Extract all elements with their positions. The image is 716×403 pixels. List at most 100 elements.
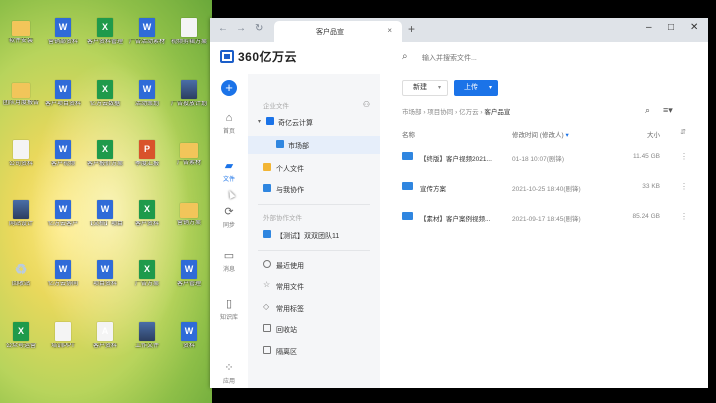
folder-search-icon[interactable]: ⌕ bbox=[645, 105, 650, 116]
breadcrumb-item[interactable]: 亿万云 bbox=[459, 109, 479, 116]
desktop-icon[interactable]: 公司资料 bbox=[1, 140, 41, 168]
tab-title: 客户品宣 bbox=[316, 29, 344, 36]
desktop-icon[interactable]: W 活动策划 bbox=[127, 80, 167, 108]
desktop-icon[interactable]: X 公众号运营 bbox=[1, 322, 41, 350]
breadcrumb-current: 客户品宣 bbox=[484, 109, 511, 116]
column-modified[interactable]: 修改时间 (修改人) ▾ bbox=[512, 129, 569, 139]
desktop-icon-label: 视频剪辑方案 bbox=[170, 39, 207, 45]
file-name[interactable]: 宣传方案 bbox=[420, 183, 446, 193]
desktop-icon[interactable]: W 项目资料 bbox=[85, 260, 125, 288]
desktop-icon[interactable]: W 亿万云客户 bbox=[43, 200, 83, 228]
breadcrumb-item[interactable]: 项目协同 bbox=[427, 109, 453, 116]
desktop-icon[interactable]: 培训PPT bbox=[43, 322, 83, 350]
nav-item-common[interactable]: ☆ 常用文件 bbox=[248, 277, 380, 295]
reload-icon[interactable]: ↻ bbox=[255, 24, 263, 34]
nav-item-shared[interactable]: 与我协作 bbox=[248, 180, 380, 198]
rail-item-1[interactable]: ▰ 文件 bbox=[210, 160, 248, 183]
table-row[interactable]: 【素材】客户案例视频... 2021-09-17 18:45(剧锋) 85.24 G… bbox=[402, 209, 688, 225]
nav-item-recent[interactable]: 最近使用 bbox=[248, 256, 380, 274]
minimize-icon[interactable]: – bbox=[646, 22, 652, 33]
desktop-icon[interactable]: 广告投放计划 bbox=[169, 80, 209, 108]
file-name[interactable]: 【终版】客户视频2021... bbox=[420, 153, 492, 163]
back-icon[interactable]: ← bbox=[218, 24, 228, 34]
nav-item-tags[interactable]: ◇ 常用标签 bbox=[248, 299, 380, 317]
rail-item-4[interactable]: ▯ 知识库 bbox=[210, 298, 248, 321]
desktop-icon[interactable]: X 亿万云数据 bbox=[85, 80, 125, 108]
close-tab-icon[interactable]: × bbox=[387, 26, 392, 35]
more-options-icon[interactable]: ⋮ bbox=[680, 212, 688, 221]
nav-label: 常用文件 bbox=[276, 284, 304, 291]
nav-item-recycle[interactable]: 回收站 bbox=[248, 320, 380, 338]
desktop-icon[interactable]: 软件安装 bbox=[1, 18, 41, 45]
desktop-icon[interactable]: ♻ 回收站 bbox=[1, 260, 41, 288]
rail-item-3[interactable]: ▭ 消息 bbox=[210, 250, 248, 273]
screen: 软件安装 W 营销部资料 X 客户资料管理 W 广告活动素材 视频剪辑方案团队月度报告 W 客户项… bbox=[0, 0, 716, 403]
desktop-icon-label: 广告方案 bbox=[134, 281, 159, 287]
nav-item-personal[interactable]: 个人文件 bbox=[248, 159, 380, 177]
ppt-file-icon: P bbox=[139, 140, 155, 159]
table-row[interactable]: 【终版】客户视频2021... 01-18 10:07(剧锋) 11.45 GB ⋮ bbox=[402, 149, 688, 165]
desktop-icon-label: 营销方案 bbox=[176, 220, 201, 226]
desktop-icon[interactable]: 工作文件 bbox=[127, 322, 167, 350]
nav-label: 【测试】双双团队11 bbox=[276, 233, 340, 240]
desktop-icon[interactable]: X 客户资料 bbox=[127, 200, 167, 228]
nav-item-quarantine[interactable]: 隔离区 bbox=[248, 342, 380, 360]
breadcrumb-item[interactable]: 市场部 bbox=[402, 109, 422, 116]
desktop-icon-label: 营销部资料 bbox=[47, 39, 78, 45]
desktop-icon[interactable]: W 客户管理 bbox=[169, 260, 209, 288]
desktop-icon[interactable]: W 亿万云协同 bbox=[43, 260, 83, 288]
browser-tab[interactable]: 客户品宣 × bbox=[274, 21, 402, 42]
desktop-icon[interactable]: P 季度汇报 bbox=[127, 140, 167, 168]
rail-item-0[interactable]: ⌂ 首页 bbox=[210, 112, 248, 135]
desktop-icon[interactable]: W 营销部资料 bbox=[43, 18, 83, 46]
desktop-icon[interactable]: X 客户报价方案 bbox=[85, 140, 125, 168]
desktop-icon[interactable]: 视频剪辑方案 bbox=[169, 18, 209, 46]
divider bbox=[258, 204, 370, 205]
desktop-icon[interactable]: X 客户资料管理 bbox=[85, 18, 125, 46]
new-tab-button[interactable]: + bbox=[408, 22, 415, 36]
desktop-icon[interactable]: X 广告方案 bbox=[127, 260, 167, 288]
desktop-icon-label: 回收站 bbox=[11, 281, 30, 287]
add-button[interactable]: + bbox=[221, 80, 237, 96]
desktop-icon[interactable]: 团队月度报告 bbox=[1, 80, 41, 107]
maximize-icon[interactable]: □ bbox=[668, 22, 674, 33]
nav-item-market[interactable]: 市场部 bbox=[248, 136, 380, 154]
desktop-icon[interactable]: W 客户视频 bbox=[43, 140, 83, 168]
new-button[interactable]: 新建 ▾ bbox=[402, 80, 448, 96]
desktop-icon-label: 项目资料 bbox=[92, 281, 117, 287]
desktop-icon[interactable]: W 客户项目资料 bbox=[43, 80, 83, 108]
desktop-icon[interactable]: A 客户资料 bbox=[85, 322, 125, 350]
folder-file-icon bbox=[180, 203, 198, 218]
column-name[interactable]: 名称 bbox=[402, 129, 415, 139]
desktop-icon[interactable]: W 资料 bbox=[169, 322, 209, 350]
file-name[interactable]: 【素材】客户案例视频... bbox=[420, 213, 490, 223]
rail-item-2[interactable]: ⟳ 同步 bbox=[210, 206, 248, 229]
collaboration-icon bbox=[263, 184, 271, 192]
desktop-icon[interactable]: 网站设计 bbox=[1, 200, 41, 228]
close-window-icon[interactable]: ✕ bbox=[690, 22, 698, 33]
desktop-icon-label: 亿万云客户 bbox=[47, 221, 78, 227]
more-options-icon[interactable]: ⋮ bbox=[680, 182, 688, 191]
nav-label: 最近使用 bbox=[276, 263, 304, 270]
upload-button[interactable]: 上传 ▾ bbox=[454, 80, 498, 96]
desktop-icon[interactable]: W 【文档】项目 bbox=[85, 200, 125, 228]
file-modified: 2021-09-17 18:45(剧锋) bbox=[512, 216, 581, 223]
nav-item-external[interactable]: 【测试】双双团队11 bbox=[248, 226, 380, 244]
view-mode-icon[interactable]: ≡▾ bbox=[663, 105, 673, 116]
desktop-icon[interactable]: 广告素材 bbox=[169, 140, 209, 167]
table-row[interactable]: 宣传方案 2021-10-25 18:40(剧锋) 33 KB ⋮ bbox=[402, 179, 688, 195]
column-size[interactable]: 大小 bbox=[647, 129, 660, 139]
rail-item-label: 知识库 bbox=[219, 315, 238, 321]
search-icon[interactable]: ⌕ bbox=[402, 51, 408, 62]
book-icon: ▯ bbox=[225, 298, 233, 310]
desktop-icon[interactable]: 营销方案 bbox=[169, 200, 209, 227]
org-tree-icon[interactable]: ⚇ bbox=[363, 100, 370, 109]
column-settings-icon[interactable]: ⇵ bbox=[680, 128, 686, 136]
nav-item-enterprise-root[interactable]: ▾ 奇亿云计算 bbox=[248, 113, 380, 131]
desktop-icon[interactable]: W 广告活动素材 bbox=[127, 18, 167, 46]
file-modified: 2021-10-25 18:40(剧锋) bbox=[512, 186, 581, 193]
forward-icon[interactable]: → bbox=[236, 24, 246, 34]
search-input[interactable] bbox=[420, 49, 664, 67]
more-options-icon[interactable]: ⋮ bbox=[680, 152, 688, 161]
rail-item-5[interactable]: ⁘ 应用 bbox=[210, 362, 248, 385]
